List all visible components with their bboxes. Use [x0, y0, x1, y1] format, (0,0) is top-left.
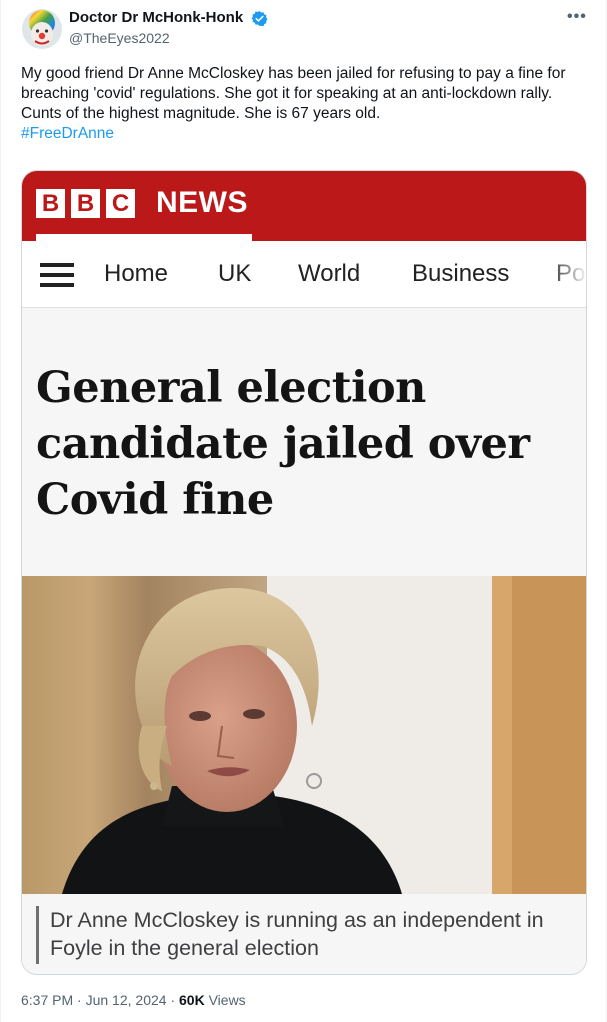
tweet-body: My good friend Dr Anne McCloskey has bee…: [21, 65, 566, 122]
verified-badge-icon: [251, 11, 268, 27]
article-headline: General election candidate jailed over C…: [36, 363, 530, 525]
author-display-name[interactable]: Doctor Dr McHonk-Honk: [69, 9, 243, 26]
bbc-logo-letter: B: [71, 189, 100, 218]
attached-image[interactable]: B B C NEWS Home UK World Business Po Gen…: [21, 170, 587, 975]
views-count[interactable]: 60K: [179, 992, 205, 1008]
header-accent-bar: [36, 234, 252, 241]
tweet-card: Doctor Dr McHonk-Honk @TheEyes2022 ••• M…: [0, 0, 607, 1022]
views-label[interactable]: Views: [209, 992, 246, 1008]
post-time[interactable]: 6:37 PM: [21, 992, 73, 1008]
hamburger-menu-icon[interactable]: [40, 263, 74, 287]
bbc-logo: B B C: [36, 189, 141, 218]
meta-separator: ·: [77, 992, 82, 1008]
post-date[interactable]: Jun 12, 2024: [86, 992, 167, 1008]
photo-caption: Dr Anne McCloskey is running as an indep…: [50, 908, 544, 960]
news-photo: [22, 576, 586, 894]
headline-area: General election candidate jailed over C…: [22, 308, 586, 576]
bbc-logo-letter: C: [106, 189, 135, 218]
nav-world[interactable]: World: [298, 260, 360, 288]
hashtag-link[interactable]: #FreeDrAnne: [21, 124, 591, 144]
nav-business[interactable]: Business: [412, 260, 509, 288]
clown-avatar-icon[interactable]: [22, 9, 62, 49]
meta-separator: ·: [170, 992, 176, 1008]
caption-area: Dr Anne McCloskey is running as an indep…: [22, 894, 586, 974]
nav-uk[interactable]: UK: [218, 260, 251, 288]
tweet-text: My good friend Dr Anne McCloskey has bee…: [21, 64, 591, 144]
tweet-meta: 6:37 PM · Jun 12, 2024 · 60K Views: [21, 992, 246, 1008]
more-options-icon[interactable]: •••: [567, 8, 587, 26]
bbc-news-label: NEWS: [156, 186, 248, 219]
nav-fade: [548, 241, 586, 307]
bbc-nav-bar: Home UK World Business Po: [22, 241, 586, 308]
caption-bar: [36, 906, 39, 964]
nav-home[interactable]: Home: [104, 260, 168, 288]
author-handle[interactable]: @TheEyes2022: [69, 30, 170, 46]
bbc-header: B B C NEWS: [22, 171, 586, 241]
bbc-logo-letter: B: [36, 189, 65, 218]
